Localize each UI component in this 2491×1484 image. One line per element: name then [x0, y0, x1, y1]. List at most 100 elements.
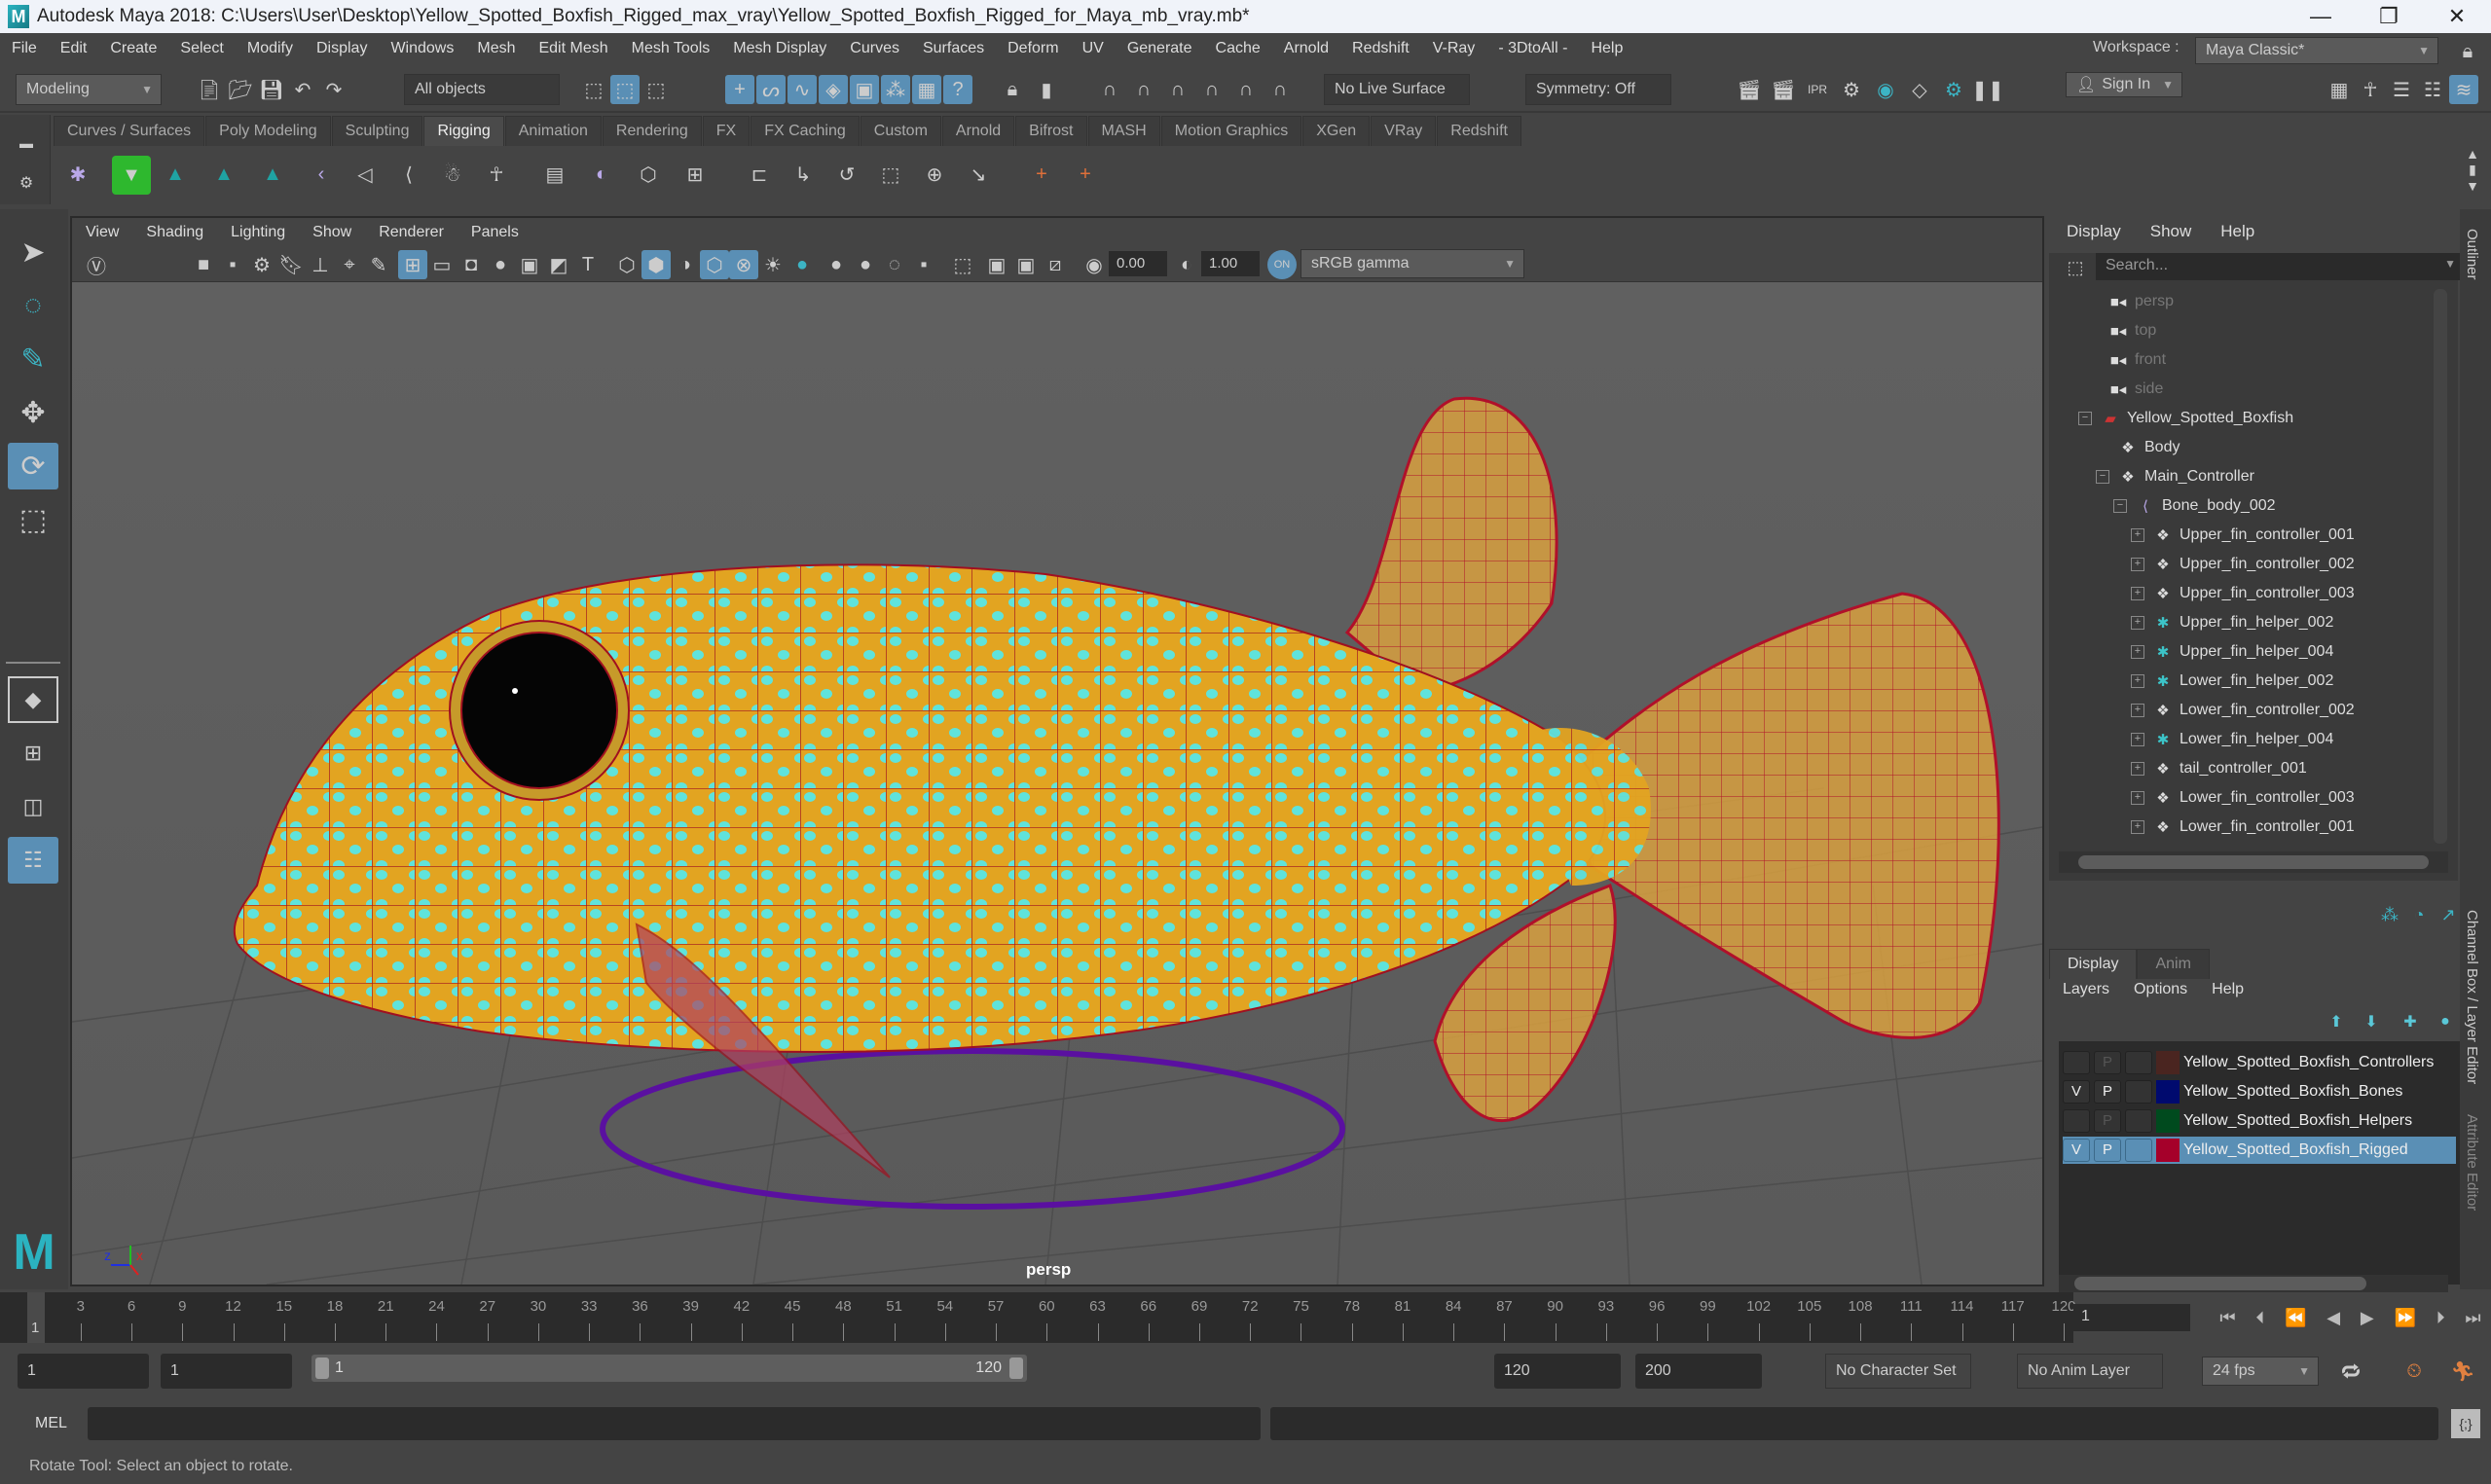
human-ik-icon[interactable]: ☥ [2356, 75, 2385, 104]
fps-dropdown[interactable]: 24 fps ▼ [2202, 1357, 2319, 1386]
snap-surface-magnet-icon[interactable]: ∩ [1231, 75, 1261, 104]
menu-redshift[interactable]: Redshift [1340, 40, 1421, 57]
orient-constraint-icon[interactable]: ↺ [832, 160, 861, 189]
shelf-tab-redshift[interactable]: Redshift [1437, 116, 1521, 146]
anim-layer-dropdown[interactable]: No Anim Layer [2017, 1354, 2163, 1389]
layer-row[interactable]: V P Yellow_Spotted_Boxfish_Bones [2063, 1078, 2456, 1105]
vray-icon[interactable]: Ⓥ [82, 250, 111, 279]
close-button[interactable]: ✕ [2423, 0, 2491, 33]
shelf-tab-mash[interactable]: MASH [1087, 116, 1160, 146]
outliner-item[interactable]: ■◂ persp [2106, 287, 2174, 316]
outliner-hscroll-thumb[interactable] [2078, 855, 2429, 869]
wireframe-on-shaded-icon[interactable]: ⬡ [700, 250, 729, 279]
viewport-menu-panels[interactable]: Panels [458, 224, 532, 241]
snap-view-magnet-icon[interactable]: ∩ [1197, 75, 1227, 104]
playback-end-field[interactable]: 120 [1494, 1354, 1621, 1389]
layer-tab-anim[interactable]: Anim [2137, 949, 2210, 979]
search-filter-chevron-icon[interactable]: ▼ [2444, 257, 2456, 271]
ik-handle-icon[interactable]: ▼ [112, 156, 151, 195]
use-all-lights-icon[interactable]: ☀ [758, 250, 788, 279]
aim-constraint-icon[interactable]: ⊕ [920, 160, 949, 189]
expand-toggle-icon[interactable]: + [2131, 558, 2144, 571]
isolate-select-icon[interactable]: ⬚ [948, 250, 977, 279]
menu-mesh-tools[interactable]: Mesh Tools [620, 40, 722, 57]
grid-toggle-icon[interactable]: ⊞ [398, 250, 427, 279]
attribute-spread-icon[interactable]: ↗ [2434, 900, 2463, 929]
snap-point-icon[interactable]: ∿ [788, 75, 817, 104]
play-backwards-icon[interactable]: ◀ [2326, 1308, 2340, 1328]
animation-start-field[interactable]: 1 [18, 1354, 149, 1389]
xray-joints-icon[interactable]: ⧄ [1041, 250, 1070, 279]
step-back-key-icon[interactable]: ⏴ [2255, 1308, 2264, 1328]
channel-box-layer-editor-tab[interactable]: Channel Box / Layer Editor [2464, 910, 2480, 1084]
mirror-joint-icon[interactable]: ◁ [350, 160, 380, 189]
shelf-tab-fx[interactable]: FX [702, 116, 751, 146]
bookmarks-icon[interactable]: 🔖︎ [276, 250, 306, 279]
shelf-tab-animation[interactable]: Animation [504, 116, 602, 146]
layer-display-type-toggle[interactable] [2125, 1109, 2152, 1133]
animation-preferences-icon[interactable]: 🏃︎ [2448, 1357, 2477, 1386]
create-cluster-icon[interactable]: ▲ [209, 160, 238, 189]
history-icon[interactable]: ⁂ [881, 75, 910, 104]
lock-icon[interactable]: 🔒︎ [2453, 37, 2482, 66]
scale-constraint-icon[interactable]: ⬚ [876, 160, 905, 189]
blend-shape-icon[interactable]: ⊞ [680, 160, 710, 189]
playback-start-field[interactable]: 1 [161, 1354, 292, 1389]
layer-playback-toggle[interactable]: P [2094, 1080, 2121, 1104]
2d-pan-zoom-icon[interactable]: ⌖ [335, 250, 364, 279]
joint-tool-icon[interactable]: ✱ [63, 160, 92, 189]
outliner-horizontal-scrollbar[interactable] [2059, 851, 2448, 873]
range-start-handle[interactable] [315, 1357, 329, 1379]
layer-visibility-toggle[interactable]: V [2063, 1139, 2090, 1162]
play-forwards-icon[interactable]: ▶ [2361, 1308, 2374, 1328]
render-settings-icon[interactable]: ⚙ [1837, 75, 1866, 104]
default-material-icon[interactable]: ◑ [671, 250, 700, 279]
render-frame-icon[interactable]: 🎬︎ [1769, 75, 1798, 104]
help-icon[interactable]: ? [943, 75, 972, 104]
xray-active-icon[interactable]: ▣ [1011, 250, 1041, 279]
quick-rig-icon[interactable]: ☃ [438, 160, 467, 189]
safe-title-icon[interactable]: T [573, 250, 603, 279]
shelf-tab-bifrost[interactable]: Bifrost [1015, 116, 1087, 146]
expand-toggle-icon[interactable]: + [2131, 733, 2144, 746]
outliner-layout-icon[interactable]: ☷ [8, 837, 58, 884]
outliner-item[interactable]: ■◂ front [2106, 345, 2166, 375]
move-layer-down-icon[interactable]: ⬇ [2357, 1007, 2386, 1036]
command-language-label[interactable]: MEL [35, 1415, 67, 1432]
pole-vector-icon[interactable]: ↘ [964, 160, 993, 189]
camera-attributes-icon[interactable]: ⚙ [247, 250, 276, 279]
menu-file[interactable]: File [0, 40, 49, 57]
layer-playback-toggle[interactable]: P [2094, 1109, 2121, 1133]
outliner-item[interactable]: + ❖ Lower_fin_controller_003 [2131, 783, 2355, 813]
layer-color-swatch[interactable] [2156, 1109, 2180, 1133]
menu-modify[interactable]: Modify [236, 40, 305, 57]
minimize-button[interactable]: — [2287, 0, 2355, 33]
viewport-menu-shading[interactable]: Shading [132, 224, 217, 241]
hypershade-icon[interactable]: ◉ [1871, 75, 1900, 104]
outliner-menu-display[interactable]: Display [2067, 222, 2121, 241]
range-slider[interactable]: 1 120 [311, 1355, 1027, 1382]
lock-selection-icon[interactable]: 🔒︎ [998, 75, 1027, 104]
outliner-side-tab[interactable]: Outliner [2464, 229, 2480, 280]
shelf-tab-poly-modeling[interactable]: Poly Modeling [205, 116, 331, 146]
symmetry-dropdown[interactable]: Symmetry: Off [1525, 74, 1671, 105]
restore-button[interactable]: ❐ [2355, 0, 2423, 33]
layer-menu-layers[interactable]: Layers [2063, 981, 2109, 998]
layer-horizontal-scrollbar[interactable] [2059, 1275, 2448, 1292]
wireframe-icon[interactable]: ⬡ [612, 250, 641, 279]
expand-toggle-icon[interactable]: + [2131, 587, 2144, 600]
outliner-item[interactable]: ❖ Body [2096, 433, 2180, 462]
outliner-menu-show[interactable]: Show [2150, 222, 2192, 241]
exposure-field[interactable]: 0.00 [1109, 251, 1167, 276]
expand-toggle-icon[interactable]: − [2078, 412, 2092, 425]
outliner-item[interactable]: + ✱ Upper_fin_helper_002 [2131, 608, 2333, 637]
human-ik-shelf-icon[interactable]: ☥ [482, 160, 511, 189]
snap-grid-icon[interactable]: + [725, 75, 754, 104]
select-objects-icon[interactable]: ⬚ [610, 75, 640, 104]
layer-visibility-toggle[interactable]: V [2063, 1080, 2090, 1104]
shadows-icon[interactable]: ● [788, 250, 817, 279]
outliner-item[interactable]: − ❖ Main_Controller [2096, 462, 2254, 491]
gamma-icon[interactable]: ◐ [1172, 250, 1201, 279]
shelf-tab-motion-graphics[interactable]: Motion Graphics [1160, 116, 1302, 146]
current-frame-field[interactable]: 1 [2073, 1304, 2190, 1331]
